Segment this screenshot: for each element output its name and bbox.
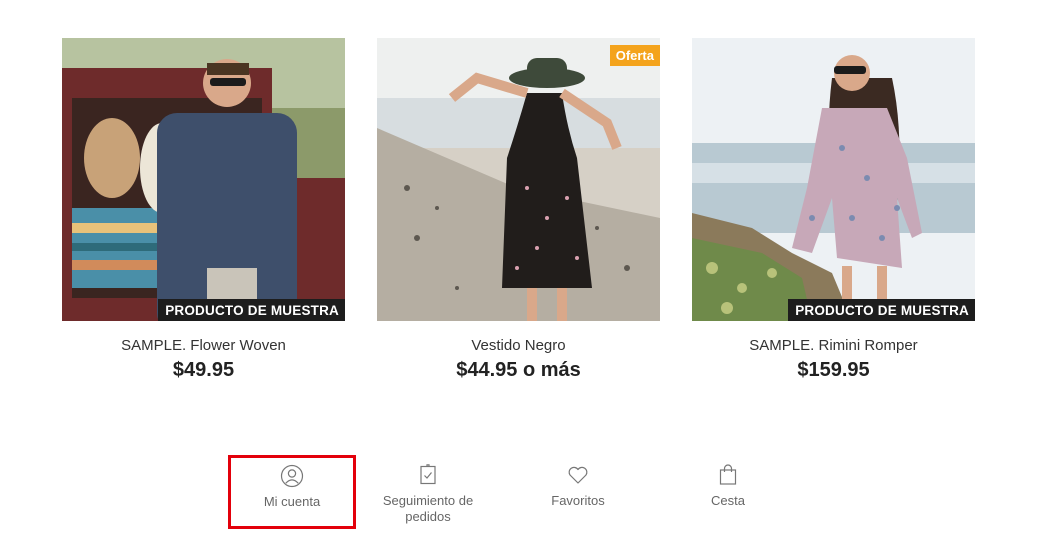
nav-item-cesta[interactable]: Cesta [678, 455, 778, 529]
sample-product-badge: PRODUCTO DE MUESTRA [788, 299, 975, 321]
sale-badge: Oferta [609, 45, 660, 66]
nav-label: Mi cuenta [263, 494, 321, 509]
nav-label: Seguimiento de pedidos [382, 493, 474, 524]
bottom-account-nav: Mi cuenta Seguimiento de pedidos Favorit… [228, 455, 828, 529]
product-card[interactable]: Oferta Vestido Negro $44.95 o más [377, 38, 660, 382]
product-name[interactable]: SAMPLE. Rimini Romper [692, 337, 975, 355]
nav-label: Cesta [711, 493, 745, 508]
product-name[interactable]: SAMPLE. Flower Woven [62, 337, 345, 355]
nav-item-favoritos[interactable]: Favoritos [528, 455, 628, 529]
heart-icon [568, 466, 588, 484]
product-price: $49.95 [172, 359, 235, 381]
product-card[interactable]: PRODUCTO DE MUESTRA SAMPLE. Rimini Rompe… [692, 38, 975, 382]
clipboard-check-icon [420, 464, 436, 485]
product-card[interactable]: PRODUCTO DE MUESTRA SAMPLE. Flower Woven… [62, 38, 345, 382]
nav-item-seguimiento-pedidos[interactable]: Seguimiento de pedidos [378, 455, 478, 529]
product-photo-man-van [62, 38, 345, 321]
product-photo-woman-romper-coast [692, 38, 975, 321]
product-price: $44.95 o más [456, 359, 581, 381]
product-price: $159.95 [797, 359, 870, 381]
product-image[interactable]: PRODUCTO DE MUESTRA [62, 38, 345, 321]
product-grid: PRODUCTO DE MUESTRA SAMPLE. Flower Woven… [62, 38, 975, 382]
user-circle-icon [280, 464, 304, 488]
product-image[interactable]: PRODUCTO DE MUESTRA [692, 38, 975, 321]
product-name[interactable]: Vestido Negro [377, 337, 660, 355]
product-photo-woman-dress-beach [377, 38, 660, 321]
sample-product-badge: PRODUCTO DE MUESTRA [158, 299, 345, 321]
product-image[interactable]: Oferta [377, 38, 660, 321]
nav-item-mi-cuenta[interactable]: Mi cuenta [228, 455, 356, 529]
shopping-bag-icon [719, 464, 737, 485]
nav-label: Favoritos [551, 493, 605, 508]
